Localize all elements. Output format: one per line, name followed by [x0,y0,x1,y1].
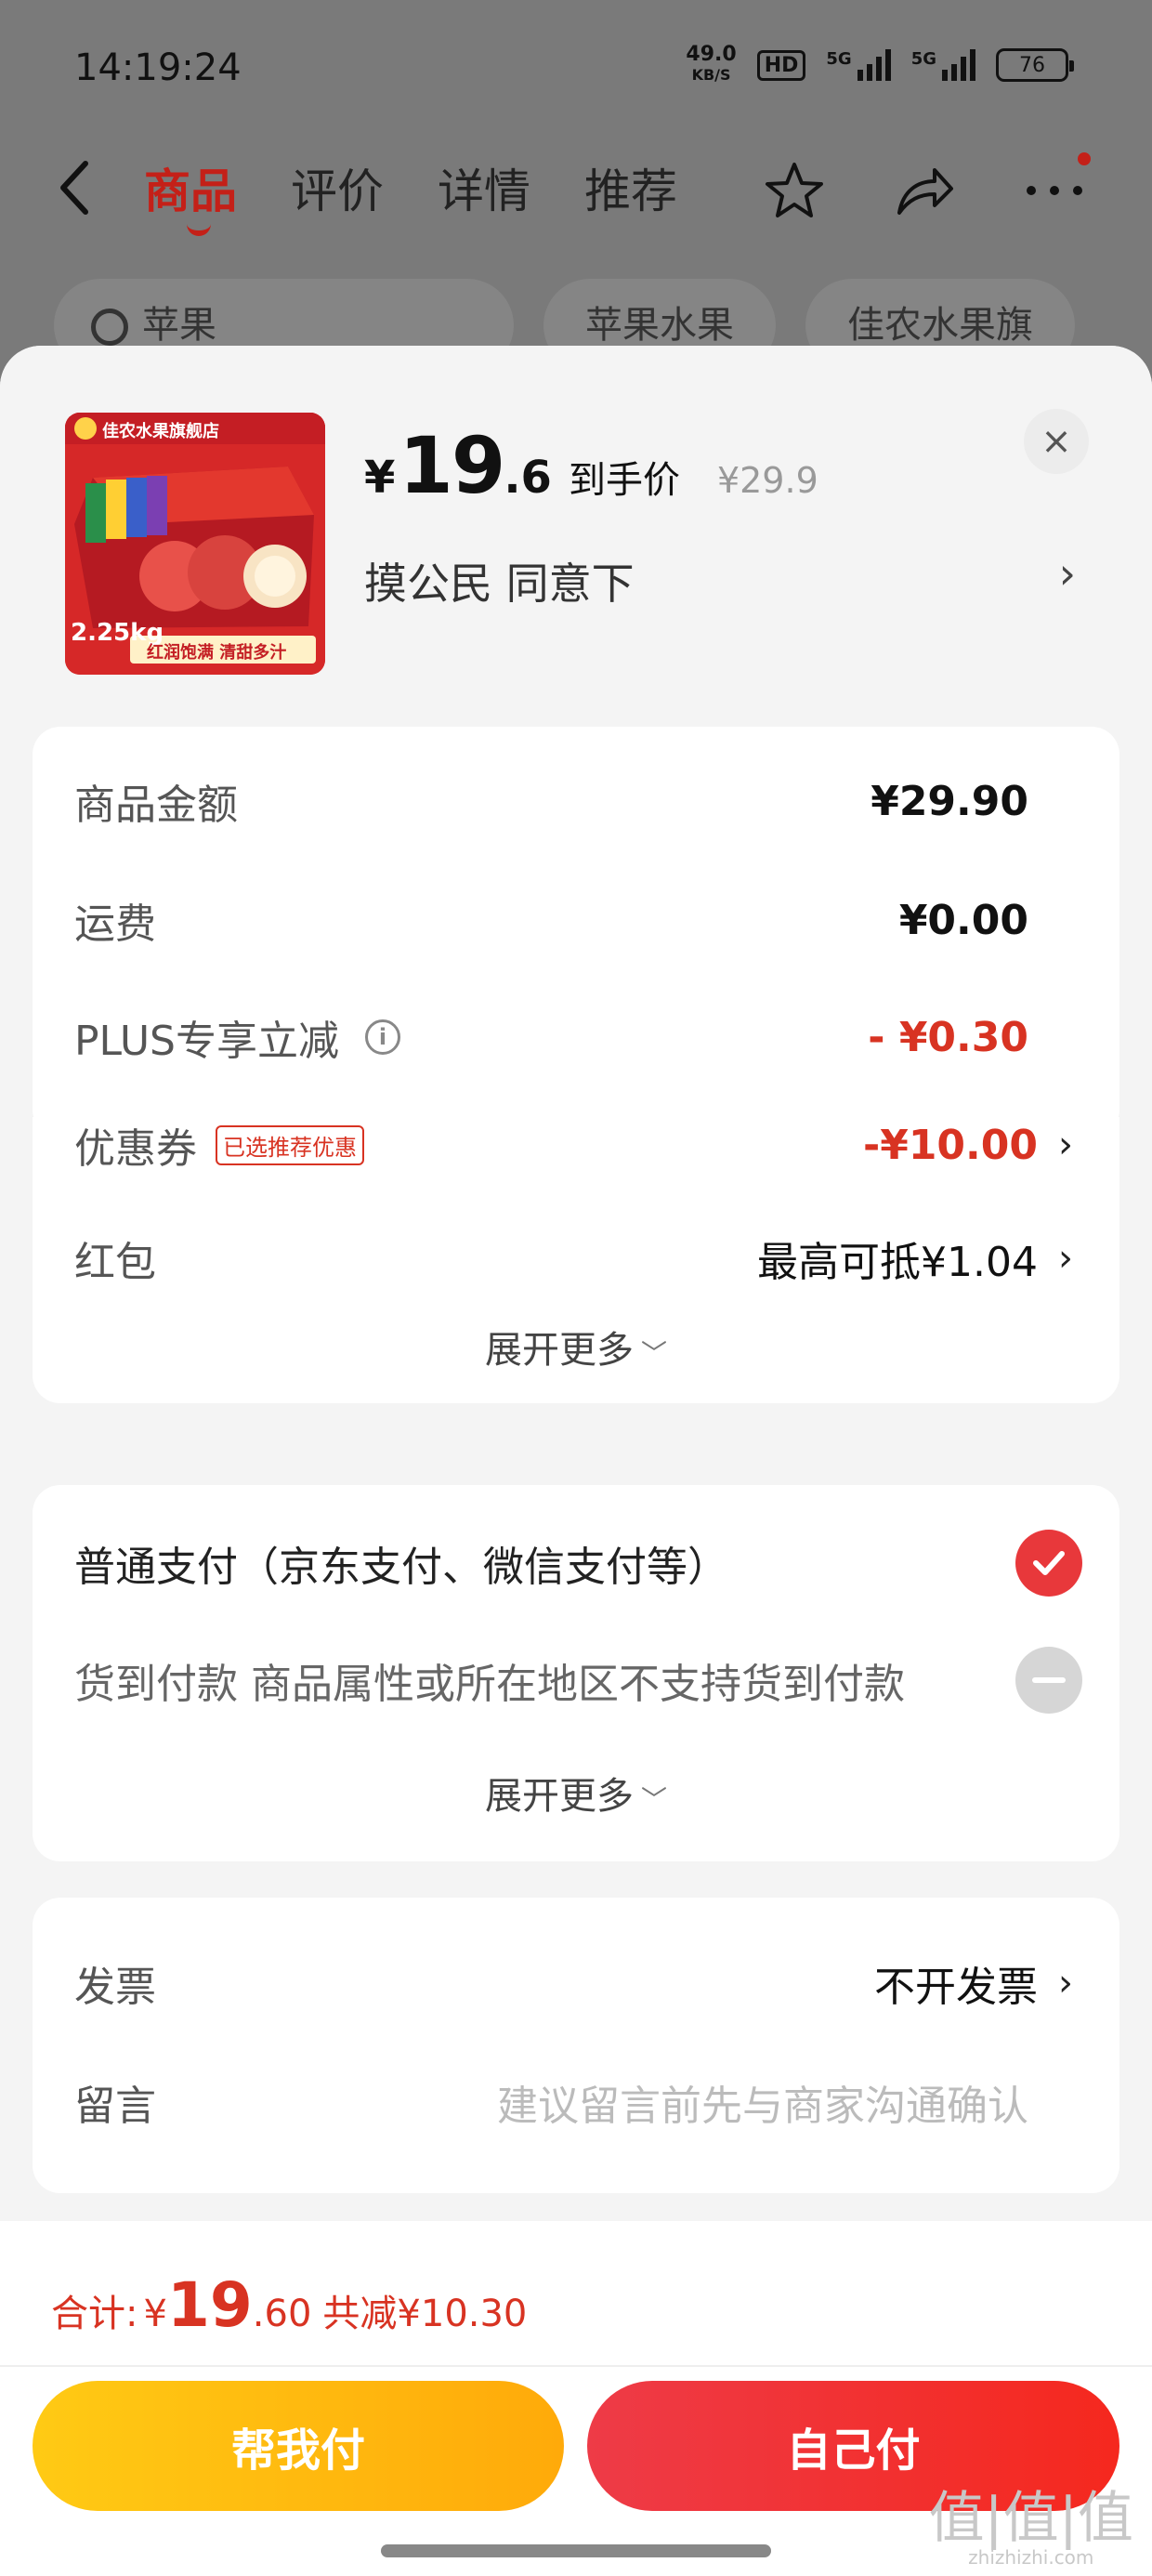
goods-amount-label: 商品金额 [74,782,238,829]
watermark-text: 值|值|值 [928,2486,1133,2551]
info-icon[interactable]: i [365,1019,400,1055]
message-row[interactable]: 留言 建议留言前先与商家沟通确认 [74,2074,1073,2130]
notification-dot [1078,152,1091,165]
checkout-footer: 合计: ¥ 19 .60 共减¥10.30 帮我付 自己付 值|值|值 zhiz… [0,2221,1152,2576]
tab-goods[interactable]: 商品 [144,154,237,236]
payment-cod-label: 货到付款 商品属性或所在地区不支持货到付款 [74,1661,905,1708]
price-line: ¥ 19 .6 到手价 ¥29.9 [364,420,818,511]
shipping-label: 运费 [74,900,156,948]
invoice-label: 发票 [74,1964,156,2011]
total-label: 合计: [51,2293,138,2335]
plus-discount-label: PLUS专享立减 [74,1018,339,1065]
invoice-row[interactable]: 发票 不开发票 › [74,1955,1073,2011]
status-time: 14:19:24 [74,46,242,89]
top-nav-bar: 商品 评价 详情 推荐 [0,139,1152,242]
product-image-store: 佳农水果旗舰店 [102,422,219,441]
status-bar: 14:19:24 49.0 KB/S HD 5G 5G 76 [0,0,1152,139]
plus-discount-row: PLUS专享立减 i - ¥0.30 [74,1009,1073,1066]
plus-discount-value: - ¥0.30 [868,1013,1028,1061]
invoice-message-card: 发票 不开发票 › 留言 建议留言前先与商家沟通确认 [33,1898,1119,2193]
search-chip-text: 苹果 [142,304,216,347]
message-input[interactable]: 建议留言前先与商家沟通确认 [497,2072,1028,2132]
spec-chevron-icon[interactable]: › [1059,548,1076,598]
price-integer: 19 [399,420,505,511]
price-tag: 到手价 [568,459,680,502]
disabled-icon [1015,1647,1082,1714]
shipping-row: 运费 ¥0.00 [74,892,1073,949]
tab-details[interactable]: 详情 [438,154,530,221]
price-summary-card-bottom: 优惠券 已选推荐优惠 -¥10.00 › 红包 最高可抵¥1.04 › 展开更多… [33,1117,1119,1403]
coupon-badge: 已选推荐优惠 [216,1124,364,1165]
product-image: 佳农水果旗舰店 2.25kg 红润饱满 清甜多汁 [65,413,325,675]
expand-more-payment-label: 展开更多 [484,1775,634,1818]
selected-spec[interactable]: 摸公民 同意下 [364,550,635,611]
invoice-chevron-icon: › [1058,1962,1073,2004]
battery-icon: 76 [996,48,1074,82]
price-summary-card: 商品金额 ¥29.90 运费 ¥0.00 PLUS专享立减 i - ¥0.30 [33,727,1119,1137]
price-decimal: .6 [504,452,552,504]
close-icon: × [1041,420,1072,463]
payment-cod-row: 货到付款 商品属性或所在地区不支持货到付款 [74,1647,1101,1714]
back-arrow-icon[interactable] [56,158,102,223]
expand-more-label: 展开更多 [484,1329,634,1372]
signal-icon: 5G [826,49,891,81]
total-currency: ¥ [143,2293,167,2335]
red-packet-row[interactable]: 红包 最高可抵¥1.04 › [74,1230,1073,1286]
more-icon[interactable] [1022,158,1087,223]
help-me-pay-button[interactable]: 帮我付 [33,2381,564,2511]
coupon-label: 优惠券 [74,1125,197,1173]
total-integer: 19 [166,2269,253,2341]
checkmark-icon[interactable] [1015,1530,1082,1597]
star-icon[interactable] [762,158,827,223]
total-decimal: .60 [252,2293,312,2335]
payment-normal-label: 普通支付（京东支付、微信支付等） [74,1544,728,1591]
expand-more-payment[interactable]: 展开更多 ﹀ [33,1766,1119,1820]
product-image-slogan: 红润饱满 清甜多汁 [147,643,287,663]
invoice-value: 不开发票 [874,1964,1038,2011]
watermark: 值|值|值 zhizhizhi.com [929,2491,1133,2569]
chevron-down-icon: ﹀ [640,1784,667,1815]
payment-method-card: 普通支付（京东支付、微信支付等） 货到付款 商品属性或所在地区不支持货到付款 展… [33,1485,1119,1861]
signal-label-2: 5G [910,49,936,69]
goods-amount-row: 商品金额 ¥29.90 [74,773,1073,830]
share-icon[interactable] [892,158,957,223]
price-currency: ¥ [364,452,396,504]
message-label: 留言 [74,2083,156,2130]
total-savings: 共减¥10.30 [322,2293,528,2335]
search-icon [91,309,128,346]
shipping-value: ¥0.00 [898,896,1028,944]
red-packet-value: 最高可抵¥1.04 [757,1239,1038,1286]
coupon-chevron-icon: › [1058,1124,1073,1166]
status-icons: 49.0 KB/S HD 5G 5G 76 [686,45,1074,85]
payment-normal-row[interactable]: 普通支付（京东支付、微信支付等） [74,1530,1101,1597]
coupon-row[interactable]: 优惠券 已选推荐优惠 -¥10.00 › [74,1117,1073,1174]
signal-icon-2: 5G [911,49,975,81]
red-packet-label: 红包 [74,1239,156,1286]
hd-icon: HD [756,49,806,81]
goods-amount-value: ¥29.90 [871,777,1028,825]
signal-label: 5G [826,49,852,69]
net-speed-unit: KB/S [691,66,731,84]
nav-tabs: 商品 评价 详情 推荐 [144,154,677,236]
tab-recommend[interactable]: 推荐 [584,154,677,221]
original-price: ¥29.9 [716,460,818,501]
close-button[interactable]: × [1024,409,1089,474]
total-line: 合计: ¥ 19 .60 共减¥10.30 [51,2269,527,2341]
net-speed: 49.0 KB/S [686,45,736,85]
red-packet-chevron-icon: › [1058,1237,1073,1280]
net-speed-value: 49.0 [686,43,737,66]
sheet-header: 佳农水果旗舰店 2.25kg 红润饱满 清甜多汁 ¥ 19 .6 到手价 ¥29… [0,346,1152,708]
home-indicator[interactable] [381,2544,771,2557]
expand-more-summary[interactable]: 展开更多 ﹀ [33,1320,1119,1373]
chevron-down-icon: ﹀ [640,1338,667,1369]
nav-actions [762,158,1087,223]
coupon-value: -¥10.00 [862,1121,1038,1169]
footer-divider [0,2365,1152,2367]
tab-reviews[interactable]: 评价 [291,154,384,221]
